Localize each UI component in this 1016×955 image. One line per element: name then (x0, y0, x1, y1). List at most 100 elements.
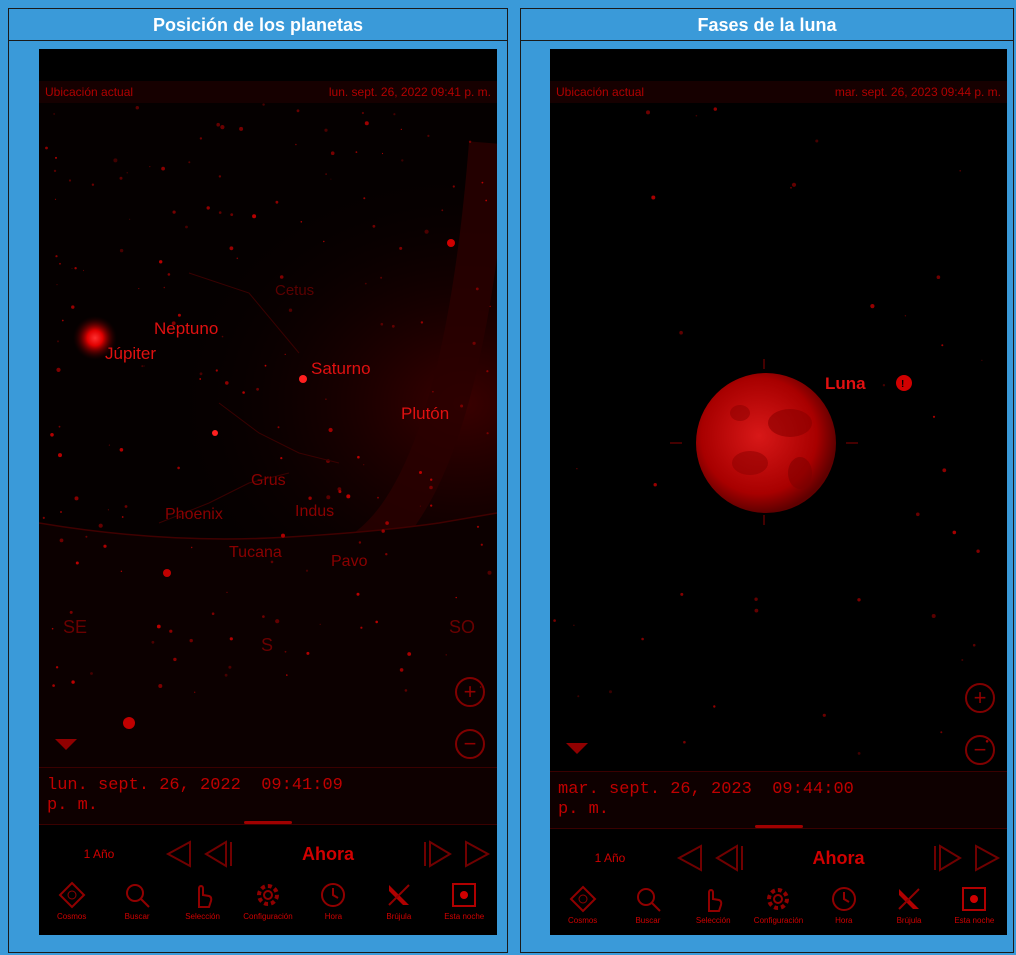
star (113, 158, 118, 163)
step-backward-icon[interactable] (710, 838, 750, 878)
now-button[interactable]: Ahora (750, 848, 927, 869)
drag-handle[interactable] (244, 821, 292, 824)
star (280, 457, 283, 460)
star (211, 612, 215, 615)
star (138, 288, 140, 290)
star (430, 478, 433, 481)
star (188, 161, 191, 164)
tool-compass[interactable]: Brújula (876, 885, 941, 935)
star (194, 691, 196, 693)
zoom-out-button[interactable]: − (965, 735, 995, 765)
star (363, 197, 366, 200)
tool-selection[interactable]: Selección (681, 885, 746, 935)
play-backward-icon[interactable] (159, 834, 199, 874)
cosmos-icon (569, 885, 597, 913)
star (486, 432, 489, 435)
zoom-in-button[interactable]: + (965, 683, 995, 713)
tool-config[interactable]: Configuración (235, 881, 300, 935)
tool-tonight[interactable]: Esta noche (432, 881, 497, 935)
star (163, 286, 166, 289)
tool-cosmos[interactable]: Cosmos (550, 885, 615, 935)
panel-title: Posición de los planetas (9, 9, 507, 41)
step-backward-icon[interactable] (199, 834, 239, 874)
tool-search[interactable]: Buscar (615, 885, 680, 935)
star (372, 224, 376, 228)
star (328, 427, 333, 433)
star (218, 175, 222, 178)
compass-icon (388, 884, 410, 906)
moon-disc (696, 373, 836, 513)
star (360, 626, 363, 629)
now-button[interactable]: Ahora (239, 844, 417, 865)
star (870, 304, 875, 309)
star (281, 533, 285, 538)
star (337, 487, 342, 491)
star (220, 125, 225, 130)
star (651, 195, 656, 200)
star (576, 468, 578, 470)
star (487, 570, 492, 575)
star (135, 106, 139, 110)
label-cetus: Cetus (275, 282, 314, 299)
tool-compass[interactable]: Brújula (366, 881, 431, 935)
star (358, 541, 362, 544)
tool-time[interactable]: Hora (301, 881, 366, 935)
star (52, 684, 55, 687)
star (172, 210, 176, 214)
star (42, 516, 45, 519)
star (646, 110, 650, 115)
star (56, 284, 58, 286)
star (156, 624, 161, 629)
star (55, 156, 57, 159)
star (264, 364, 267, 367)
tool-search[interactable]: Buscar (104, 881, 169, 935)
star (815, 139, 819, 143)
star (226, 591, 228, 593)
play-forward-icon[interactable] (457, 834, 497, 874)
star (74, 267, 77, 270)
star (286, 674, 288, 676)
star (288, 308, 293, 312)
star (356, 592, 360, 596)
sky-view[interactable]: Neptuno Júpiter Saturno Plutón Cetus Gru… (39, 103, 497, 767)
zoom-in-button[interactable]: + (455, 677, 485, 707)
star (71, 680, 75, 684)
star (296, 109, 300, 113)
star (221, 335, 224, 338)
star (275, 619, 280, 624)
label-luna: Luna (825, 374, 866, 393)
drag-handle[interactable] (754, 825, 803, 828)
label-tucana: Tucana (229, 544, 282, 561)
star (239, 126, 244, 131)
star (53, 113, 55, 115)
zoom-out-button[interactable]: − (455, 729, 485, 759)
tool-tonight[interactable]: Esta noche (942, 885, 1007, 935)
tool-selection[interactable]: Selección (170, 881, 235, 935)
star (119, 448, 124, 452)
star (55, 666, 59, 669)
tool-config[interactable]: Configuración (746, 885, 811, 935)
star (683, 740, 686, 744)
sky-view[interactable]: Luna ! + − (550, 103, 1007, 767)
expand-menu-icon[interactable] (566, 743, 588, 754)
step-forward-icon[interactable] (417, 834, 457, 874)
tool-cosmos[interactable]: Cosmos (39, 881, 104, 935)
star (50, 433, 54, 437)
play-forward-icon[interactable] (967, 838, 1007, 878)
expand-menu-icon[interactable] (55, 739, 77, 750)
speed-select[interactable]: 1 Año (39, 847, 159, 861)
star (143, 365, 145, 367)
star (380, 276, 383, 279)
time-controls: 1 Año Ahora (39, 829, 497, 879)
step-forward-icon[interactable] (927, 838, 967, 878)
star (75, 561, 79, 565)
star (277, 426, 280, 429)
speed-select[interactable]: 1 Año (550, 851, 670, 865)
star (54, 198, 57, 200)
play-backward-icon[interactable] (670, 838, 710, 878)
star (53, 169, 57, 173)
star (486, 370, 489, 373)
selection-hand-icon (197, 884, 212, 908)
tool-time[interactable]: Hora (811, 885, 876, 935)
star (393, 113, 396, 116)
